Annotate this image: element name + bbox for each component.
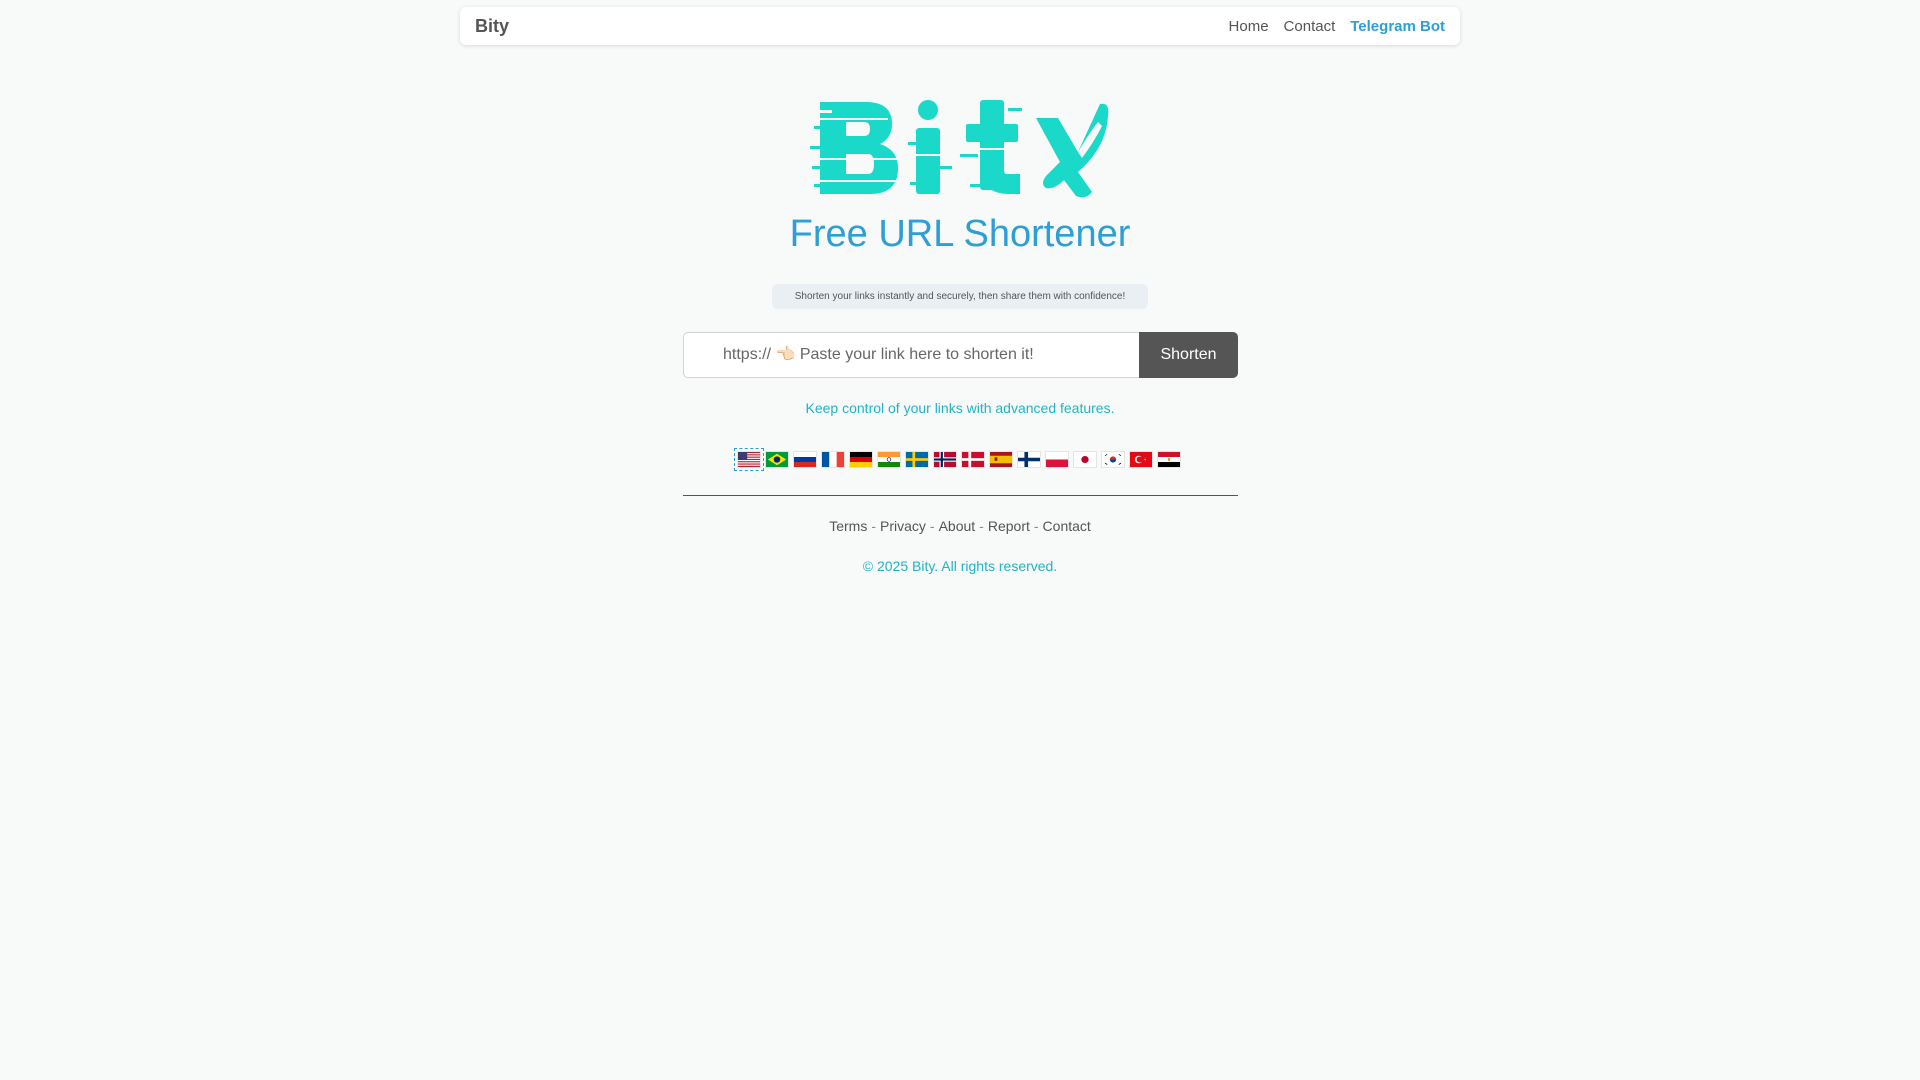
footer-separator: - <box>979 518 984 534</box>
url-input[interactable] <box>683 332 1139 378</box>
footer-links: Terms - Privacy - About - Report - Contact <box>0 518 1920 534</box>
nav-link-contact[interactable]: Contact <box>1284 18 1336 35</box>
tagline-badge: Shorten your links instantly and securel… <box>772 284 1148 309</box>
poland-flag-icon[interactable] <box>1045 451 1069 468</box>
nav-link-telegram-bot[interactable]: Telegram Bot <box>1350 18 1445 35</box>
egypt-flag-icon[interactable] <box>1157 451 1181 468</box>
france-flag-icon[interactable] <box>821 451 845 468</box>
footer-separator: - <box>1033 518 1039 534</box>
language-flags <box>734 448 1181 471</box>
footer-link-terms[interactable]: Terms <box>829 518 867 534</box>
footer-link-contact[interactable]: Contact <box>1043 518 1091 534</box>
denmark-flag-icon[interactable] <box>961 451 985 468</box>
footer-link-report[interactable]: Report <box>988 518 1030 534</box>
sweden-flag-icon[interactable] <box>905 451 929 468</box>
norway-flag-icon[interactable] <box>933 451 957 468</box>
japan-flag-icon[interactable] <box>1073 451 1097 468</box>
nav-link-home[interactable]: Home <box>1229 18 1269 35</box>
footer-link-about[interactable]: About <box>939 518 976 534</box>
tagline-wrap: Shorten your links instantly and securel… <box>0 284 1920 309</box>
spain-flag-icon[interactable] <box>989 451 1013 468</box>
india-flag-icon[interactable] <box>877 451 901 468</box>
footer-link-privacy[interactable]: Privacy <box>880 518 926 534</box>
footer-separator: - <box>929 518 935 534</box>
footer-divider <box>683 495 1238 496</box>
russia-flag-icon[interactable] <box>793 451 817 468</box>
copyright-text: © 2025 Bity. All rights reserved. <box>862 558 1058 574</box>
brazil-flag-icon[interactable] <box>765 451 789 468</box>
shorten-form: Shorten <box>683 332 1238 378</box>
korea-flag-icon[interactable] <box>1101 451 1125 468</box>
footer-separator: - <box>871 518 876 534</box>
feature-text: Keep control of your links with advanced… <box>805 400 1115 416</box>
us-flag-icon[interactable] <box>734 448 764 471</box>
germany-flag-icon[interactable] <box>849 451 873 468</box>
shorten-button[interactable]: Shorten <box>1139 332 1238 378</box>
turkey-flag-icon[interactable] <box>1129 451 1153 468</box>
brand-link[interactable]: Bity <box>475 16 509 37</box>
bity-logo <box>810 100 1109 198</box>
finland-flag-icon[interactable] <box>1017 451 1041 468</box>
navbar: Bity Home Contact Telegram Bot <box>460 7 1460 45</box>
page-title: Free URL Shortener <box>789 213 1131 255</box>
nav-links: Home Contact Telegram Bot <box>1229 18 1445 35</box>
